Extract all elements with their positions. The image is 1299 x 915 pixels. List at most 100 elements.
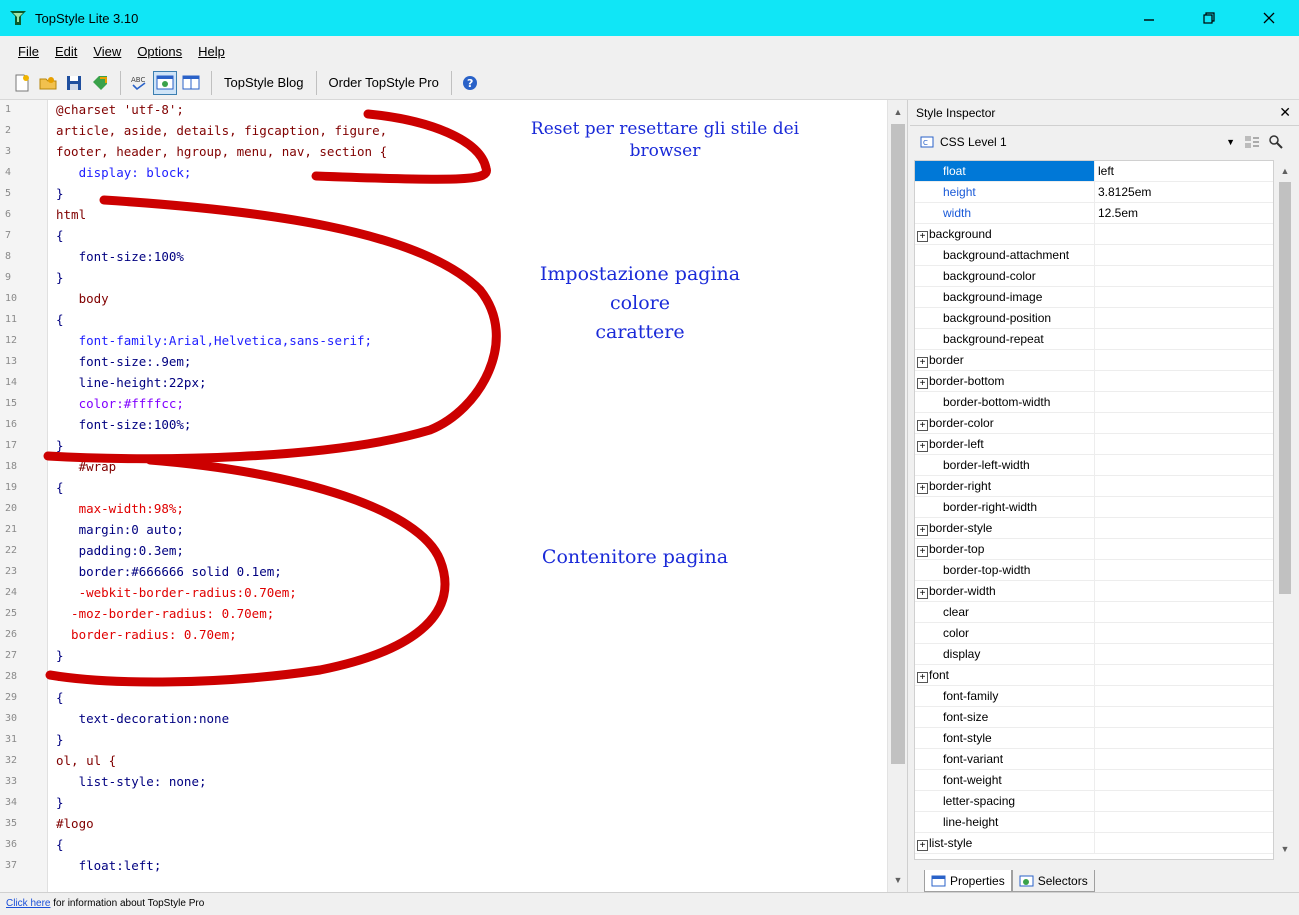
scroll-up-icon[interactable]: ▲ (888, 102, 907, 122)
scroll-up-icon[interactable]: ▲ (1276, 162, 1294, 180)
property-row[interactable]: border-top-width (915, 560, 1273, 581)
property-row[interactable]: border-bottom-width (915, 392, 1273, 413)
code-line[interactable]: { (56, 480, 64, 495)
expand-plus-icon[interactable]: + (917, 420, 928, 431)
code-line[interactable]: body (56, 291, 109, 306)
code-line[interactable]: border:#666666 solid 0.1em; (56, 564, 282, 579)
property-row[interactable]: font-size (915, 707, 1273, 728)
expand-plus-icon[interactable]: + (917, 441, 928, 452)
property-group-border[interactable]: + border (915, 350, 1273, 371)
property-group-border-width[interactable]: + border-width (915, 581, 1273, 602)
code-line[interactable]: list-style: none; (56, 774, 207, 789)
expand-plus-icon[interactable]: + (917, 588, 928, 599)
close-icon[interactable] (1239, 0, 1299, 36)
inspector-vertical-scrollbar[interactable]: ▲ ▼ (1276, 160, 1294, 860)
preview-window-icon[interactable] (153, 70, 177, 95)
code-line[interactable]: padding:0.3em; (56, 543, 184, 558)
expand-plus-icon[interactable]: + (917, 378, 928, 389)
tag-icon[interactable] (88, 71, 112, 95)
menu-options[interactable]: Options (129, 44, 190, 59)
property-group-border-right[interactable]: + border-right (915, 476, 1273, 497)
expand-plus-icon[interactable]: + (917, 483, 928, 494)
menu-view[interactable]: View (85, 44, 129, 59)
property-row[interactable]: font-weight (915, 770, 1273, 791)
code-line[interactable]: } (56, 186, 64, 201)
code-editor[interactable]: 1 2 3 4 5 6 7 8 9 10 11 12 13 14 15 16 1… (0, 100, 908, 892)
split-window-icon[interactable] (179, 71, 203, 95)
property-row[interactable]: font-style (915, 728, 1273, 749)
code-line[interactable]: { (56, 837, 64, 852)
menu-edit[interactable]: Edit (47, 44, 85, 59)
inspector-close-icon[interactable]: ✕ (1279, 104, 1291, 121)
scroll-down-icon[interactable]: ▼ (888, 870, 907, 890)
code-line[interactable]: display: block; (56, 165, 192, 180)
code-line[interactable]: font-size:100%; (56, 417, 192, 432)
code-line[interactable]: article, aside, details, figcaption, fig… (56, 123, 387, 138)
restore-icon[interactable] (1179, 0, 1239, 36)
code-line[interactable]: @charset 'utf-8'; (56, 102, 184, 117)
property-row-width[interactable]: width 12.5em (915, 203, 1273, 224)
property-row[interactable]: border-left-width (915, 455, 1273, 476)
code-line[interactable]: { (56, 312, 64, 327)
property-group-list-style[interactable]: + list-style (915, 833, 1273, 854)
help-icon[interactable]: ? (458, 71, 482, 95)
code-line[interactable]: } (56, 732, 64, 747)
topstyle-blog-button[interactable]: TopStyle Blog (218, 71, 310, 95)
property-row[interactable]: letter-spacing (915, 791, 1273, 812)
code-line[interactable]: ol, ul { (56, 753, 116, 768)
code-line[interactable]: -moz-border-radius: 0.70em; (56, 606, 274, 621)
code-line[interactable]: border-radius: 0.70em; (56, 627, 237, 642)
code-line[interactable]: } (56, 438, 64, 453)
click-here-link[interactable]: Click here (6, 898, 50, 909)
property-row-height[interactable]: height 3.8125em (915, 182, 1273, 203)
property-row[interactable]: background-repeat (915, 329, 1273, 350)
property-row[interactable]: clear (915, 602, 1273, 623)
order-topstyle-pro-button[interactable]: Order TopStyle Pro (323, 71, 445, 95)
topstyle-app-icon[interactable] (7, 7, 29, 29)
expand-plus-icon[interactable]: + (917, 231, 928, 242)
property-row[interactable]: border-right-width (915, 497, 1273, 518)
scroll-down-icon[interactable]: ▼ (1276, 840, 1294, 858)
expand-plus-icon[interactable]: + (917, 672, 928, 683)
code-line[interactable]: footer, header, hgroup, menu, nav, secti… (56, 144, 387, 159)
open-folder-icon[interactable] (36, 71, 60, 95)
menu-file[interactable]: File (10, 44, 47, 59)
expand-plus-icon[interactable]: + (917, 840, 928, 851)
expand-plus-icon[interactable]: + (917, 525, 928, 536)
tab-selectors[interactable]: Selectors (1011, 870, 1095, 892)
code-line[interactable]: font-size:100% (56, 249, 184, 264)
property-row[interactable]: line-height (915, 812, 1273, 833)
code-line[interactable]: { (56, 690, 64, 705)
code-line[interactable]: } (56, 795, 64, 810)
code-line[interactable]: margin:0 auto; (56, 522, 184, 537)
code-line[interactable]: text-decoration:none (56, 711, 230, 726)
code-line[interactable]: -webkit-border-radius:0.70em; (56, 585, 297, 600)
code-line[interactable]: font-family:Arial,Helvetica,sans-serif; (56, 333, 373, 348)
code-line[interactable]: } (56, 648, 64, 663)
property-group-background[interactable]: + background (915, 224, 1273, 245)
code-line[interactable]: color:#ffffcc; (56, 396, 184, 411)
property-group-border-left[interactable]: + border-left (915, 434, 1273, 455)
property-row[interactable]: font-variant (915, 749, 1273, 770)
scroll-thumb[interactable] (1279, 182, 1291, 594)
save-icon[interactable] (62, 71, 86, 95)
menu-help[interactable]: Help (190, 44, 233, 59)
categorize-icon[interactable] (1242, 132, 1262, 152)
abc-check-icon[interactable]: ABC (127, 71, 151, 95)
property-row[interactable]: color (915, 623, 1273, 644)
property-row[interactable]: background-color (915, 266, 1273, 287)
code-line[interactable]: #wrap (56, 459, 117, 474)
property-group-border-top[interactable]: + border-top (915, 539, 1273, 560)
chevron-down-icon[interactable]: ▼ (1223, 137, 1239, 147)
css-level-select[interactable]: C CSS Level 1 ▼ (916, 130, 1286, 154)
code-line[interactable]: html (56, 207, 86, 222)
expand-plus-icon[interactable]: + (917, 546, 928, 557)
property-row[interactable]: display (915, 644, 1273, 665)
editor-vertical-scrollbar[interactable]: ▲ ▼ (887, 100, 907, 892)
scroll-thumb[interactable] (891, 124, 905, 764)
property-row-float[interactable]: float left (915, 161, 1273, 182)
new-file-icon[interactable] (10, 71, 34, 95)
code-line[interactable]: a (56, 669, 64, 684)
property-row[interactable]: background-position (915, 308, 1273, 329)
property-group-font[interactable]: + font (915, 665, 1273, 686)
